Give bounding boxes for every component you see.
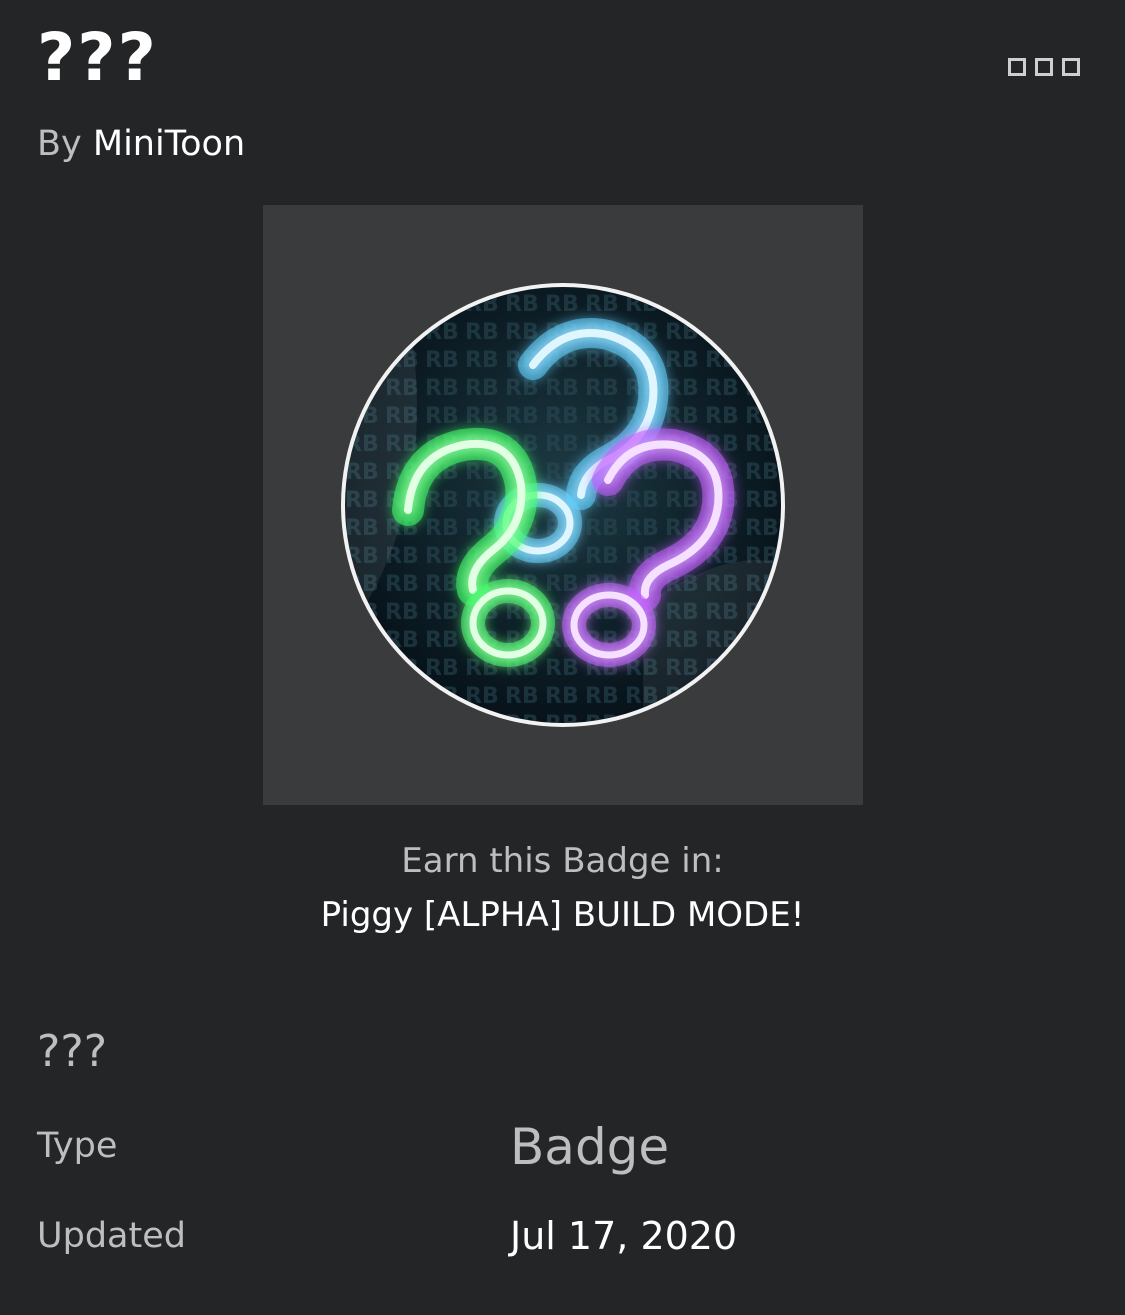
creator-link[interactable]: MiniToon <box>93 124 245 164</box>
earn-badge-label: Earn this Badge in: <box>401 841 724 881</box>
menu-dot <box>1008 58 1026 76</box>
creator-byline: By MiniToon <box>37 120 245 168</box>
updated-value: Jul 17, 2020 <box>510 1214 738 1258</box>
badge-description: ??? <box>37 1026 108 1077</box>
more-options-icon[interactable] <box>1008 58 1088 82</box>
type-value: Badge <box>510 1118 670 1176</box>
badge-thumbnail: RB <box>263 205 863 805</box>
game-link[interactable]: Piggy [ALPHA] BUILD MODE! <box>0 892 1125 938</box>
type-label: Type <box>37 1126 118 1166</box>
badge-details-page: ??? By MiniToon RB <box>0 0 1125 1315</box>
neon-question-marks-badge-icon: RB <box>341 283 785 727</box>
menu-dot <box>1062 58 1080 76</box>
page-title: ??? <box>37 19 158 96</box>
updated-label: Updated <box>37 1216 186 1256</box>
menu-dot <box>1035 58 1053 76</box>
by-label: By <box>37 124 82 164</box>
